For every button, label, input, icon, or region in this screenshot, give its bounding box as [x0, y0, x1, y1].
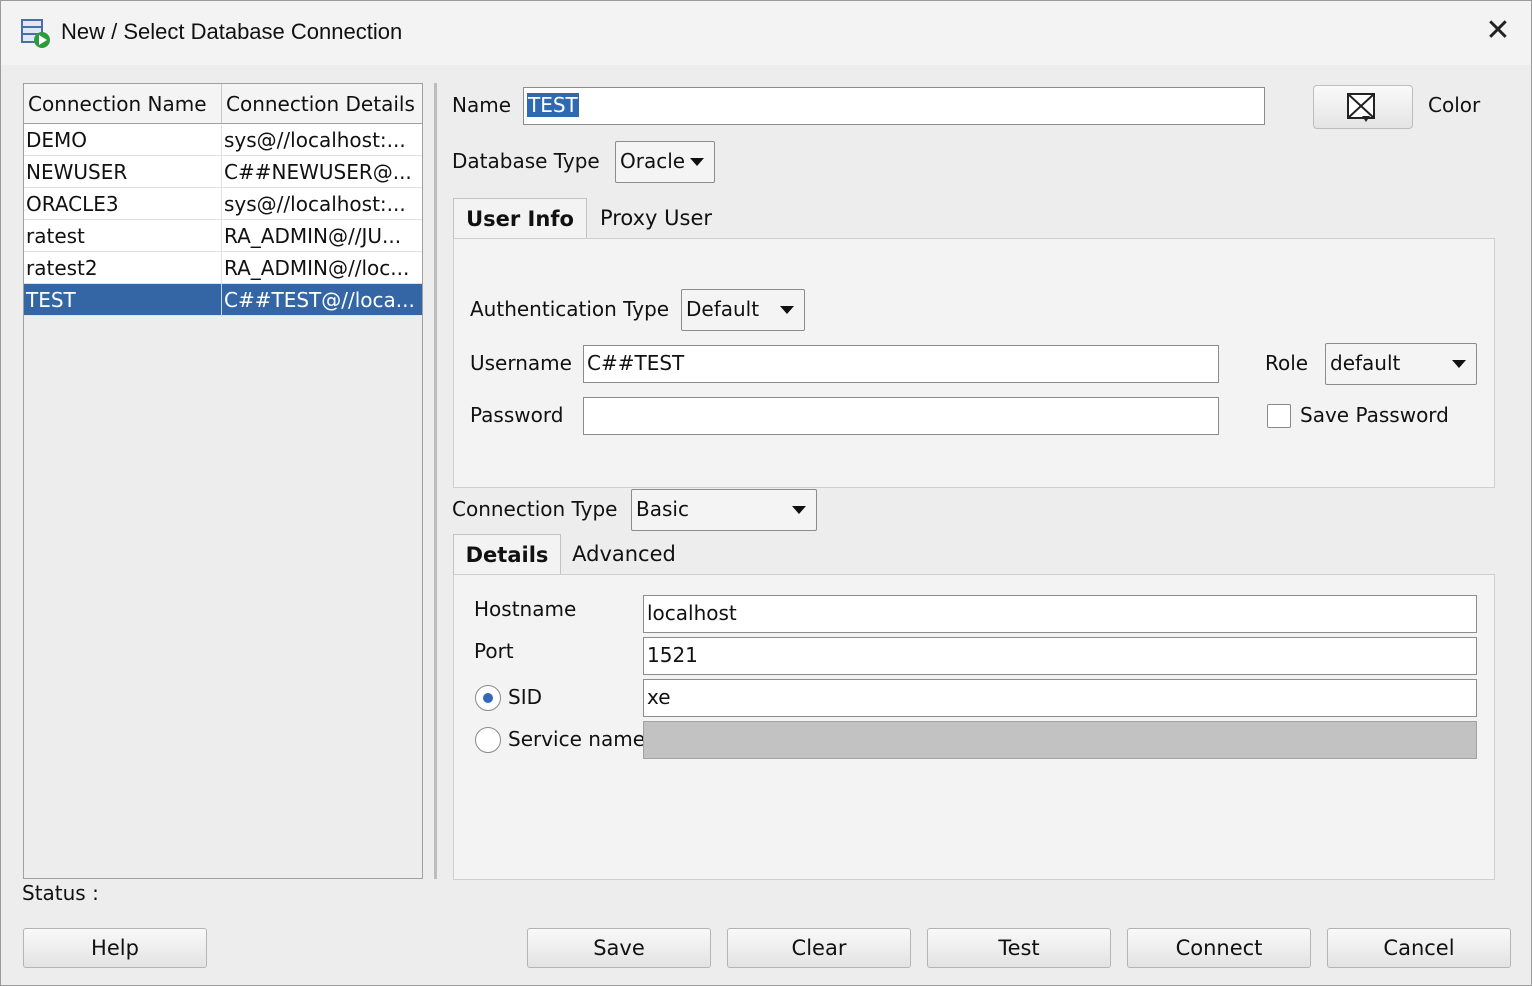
hostname-input[interactable]: localhost — [643, 595, 1477, 633]
name-input[interactable]: TEST — [523, 87, 1265, 125]
connection-row-oracle3[interactable]: ORACLE3 sys@//localhost:... — [24, 188, 422, 220]
database-type-select[interactable]: Oracle — [615, 141, 715, 183]
name-input-value: TEST — [527, 93, 579, 117]
password-input[interactable] — [583, 397, 1219, 435]
cancel-button[interactable]: Cancel — [1327, 928, 1511, 968]
connection-type-label: Connection Type — [452, 497, 618, 521]
connection-name-cell: TEST — [24, 284, 222, 316]
window-title: New / Select Database Connection — [61, 19, 403, 44]
username-input[interactable]: C##TEST — [583, 345, 1219, 383]
save-password-label: Save Password — [1300, 403, 1449, 427]
connection-name-cell: ORACLE3 — [24, 188, 222, 220]
tab-user-info[interactable]: User Info — [453, 198, 587, 240]
test-button[interactable]: Test — [927, 928, 1111, 968]
role-label: Role — [1265, 351, 1309, 375]
color-button[interactable] — [1313, 85, 1413, 129]
connection-row-test[interactable]: TEST C##TEST@//loca... — [24, 284, 422, 316]
connection-list[interactable]: Connection Name Connection Details DEMO … — [23, 83, 423, 879]
sid-label: SID — [508, 685, 542, 709]
authentication-type-label: Authentication Type — [470, 297, 670, 321]
connection-details-cell: RA_ADMIN@//JU... — [224, 224, 402, 248]
connection-details-cell: RA_ADMIN@//loc... — [224, 256, 410, 280]
connection-type-select[interactable]: Basic — [631, 489, 817, 531]
service-name-input — [643, 721, 1477, 759]
save-button[interactable]: Save — [527, 928, 711, 968]
chevron-down-icon — [792, 506, 806, 514]
color-label: Color — [1428, 93, 1481, 117]
chevron-down-icon — [1452, 360, 1466, 368]
name-label: Name — [452, 93, 512, 117]
role-select[interactable]: default — [1325, 343, 1477, 385]
help-button[interactable]: Help — [23, 928, 207, 968]
clear-button[interactable]: Clear — [727, 928, 911, 968]
tab-advanced[interactable]: Advanced — [563, 534, 685, 576]
database-type-label: Database Type — [452, 149, 600, 173]
service-name-radio[interactable] — [475, 727, 501, 753]
connection-name-cell: ratest — [24, 220, 222, 252]
database-type-value: Oracle — [620, 149, 686, 173]
password-label: Password — [470, 403, 564, 427]
no-color-icon — [1347, 93, 1375, 122]
service-name-label: Service name — [508, 727, 645, 751]
chevron-down-icon — [780, 306, 794, 314]
dialog-window: New / Select Database Connection ✕ Conne… — [0, 0, 1532, 986]
connection-row-demo[interactable]: DEMO sys@//localhost:... — [24, 124, 422, 156]
connection-details-cell: sys@//localhost:... — [224, 128, 406, 152]
column-header-connection-details[interactable]: Connection Details — [222, 84, 422, 124]
sid-radio[interactable] — [475, 685, 501, 711]
connection-details-cell: C##NEWUSER@... — [224, 160, 412, 184]
sid-input[interactable]: xe — [643, 679, 1477, 717]
authentication-type-value: Default — [686, 297, 760, 321]
tab-proxy-user[interactable]: Proxy User — [589, 198, 723, 240]
port-label: Port — [474, 639, 514, 663]
save-password-checkbox[interactable] — [1267, 404, 1291, 428]
connection-row-ratest[interactable]: ratest RA_ADMIN@//JU... — [24, 220, 422, 252]
authentication-type-select[interactable]: Default — [681, 289, 805, 331]
connect-button[interactable]: Connect — [1127, 928, 1311, 968]
column-header-connection-name[interactable]: Connection Name — [24, 84, 222, 124]
chevron-down-icon — [690, 158, 704, 166]
connection-details-cell: C##TEST@//loca... — [224, 288, 415, 312]
close-icon[interactable]: ✕ — [1479, 13, 1517, 51]
hostname-label: Hostname — [474, 597, 577, 621]
connection-name-cell: NEWUSER — [24, 156, 222, 188]
connection-row-newuser[interactable]: NEWUSER C##NEWUSER@... — [24, 156, 422, 188]
connection-name-cell: DEMO — [24, 124, 222, 156]
port-input[interactable]: 1521 — [643, 637, 1477, 675]
username-label: Username — [470, 351, 572, 375]
connection-details-cell: sys@//localhost:... — [224, 192, 406, 216]
status-label: Status : — [22, 881, 99, 905]
connection-row-ratest2[interactable]: ratest2 RA_ADMIN@//loc... — [24, 252, 422, 284]
connection-type-value: Basic — [636, 497, 689, 521]
database-connection-icon — [21, 19, 50, 48]
connection-name-cell: ratest2 — [24, 252, 222, 284]
pane-splitter[interactable] — [434, 83, 437, 879]
role-value: default — [1330, 351, 1401, 375]
tab-details[interactable]: Details — [453, 534, 561, 576]
